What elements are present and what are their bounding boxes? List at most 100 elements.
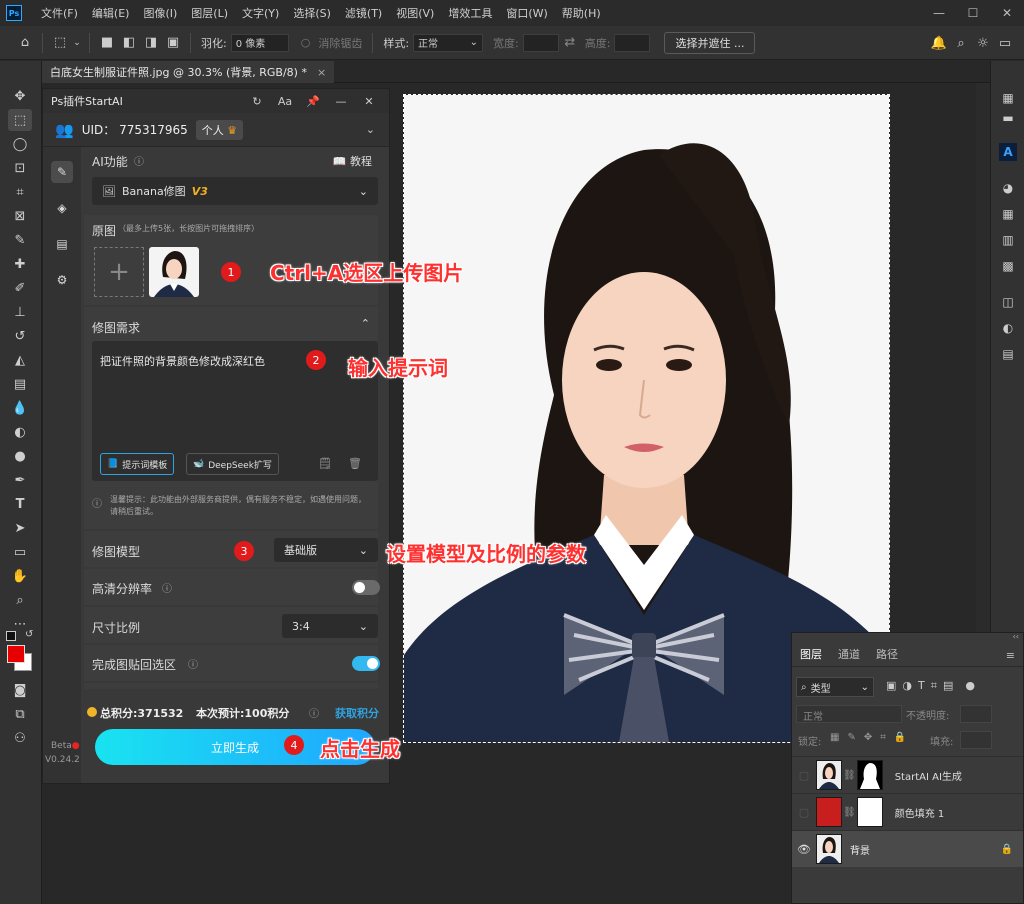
info-icon[interactable]: ⓘ [162, 580, 172, 595]
get-points-link[interactable]: 获取积分 [335, 705, 379, 721]
edit-pen-icon[interactable]: ✎ [51, 161, 73, 183]
ratio-select[interactable]: 3:4 ⌄ [282, 614, 378, 638]
menu-image[interactable]: 图像(I) [136, 5, 184, 21]
uploaded-image-thumb[interactable] [149, 247, 199, 297]
panel-menu-icon[interactable]: ≡ [998, 649, 1023, 666]
menu-file[interactable]: 文件(F) [34, 5, 85, 21]
select-and-mask-button[interactable]: 选择并遮住 ... [664, 31, 756, 54]
marquee-tool-icon[interactable]: ⬚ [8, 109, 32, 131]
canvas-scrollbar[interactable] [976, 83, 990, 643]
lock-position-icon[interactable]: ✥ [864, 732, 872, 743]
lock-all-icon[interactable]: 🔒 [894, 732, 906, 743]
marquee-preset-icon[interactable]: ⬚ [49, 32, 71, 54]
height-input[interactable] [614, 33, 651, 52]
menu-window[interactable]: 窗口(W) [499, 5, 554, 21]
prompt-template-button[interactable]: 📘 提示词模板 [100, 453, 175, 475]
home-icon[interactable]: ⌂ [14, 32, 36, 54]
minimize-icon[interactable]: — [922, 0, 956, 26]
maximize-icon[interactable]: ☐ [956, 0, 990, 26]
intersect-selection-icon[interactable]: ▣ [162, 32, 184, 54]
startai-panel-icon[interactable]: A [999, 143, 1017, 161]
collapse-arrows-icon[interactable]: ‹‹ [1013, 632, 1019, 641]
chevron-down-icon[interactable]: ⌄ [71, 32, 83, 54]
workspace-icon[interactable]: ▭ [994, 32, 1016, 54]
width-input[interactable] [522, 33, 559, 52]
foreground-color-swatch[interactable] [7, 645, 25, 663]
color-panel-icon[interactable]: ◕ [999, 179, 1017, 197]
type-filter-icon[interactable]: T [918, 679, 925, 693]
clipboard-icon[interactable]: ▤ [51, 233, 73, 255]
gradient-tool-icon[interactable]: ▤ [8, 373, 32, 395]
lock-transparency-icon[interactable]: ▦ [830, 732, 839, 743]
dodge-tool-icon[interactable]: ◐ [8, 421, 32, 443]
move-tool-icon[interactable]: ✥ [8, 85, 32, 107]
type-tool-icon[interactable]: T [8, 493, 32, 515]
pen-tool-icon[interactable]: ✒ [8, 469, 32, 491]
zoom-lens-icon[interactable]: ● [8, 445, 32, 467]
new-selection-icon[interactable]: ■ [96, 32, 118, 54]
shape-filter-icon[interactable]: ⌗ [931, 679, 937, 693]
swap-colors-icon[interactable]: ↺ [25, 629, 33, 640]
close-tab-icon[interactable]: × [317, 66, 326, 79]
info-icon[interactable]: ⓘ [309, 705, 319, 720]
lasso-tool-icon[interactable]: ◯ [8, 133, 32, 155]
crop-tool-icon[interactable]: ⌗ [8, 181, 32, 203]
ai-function-select[interactable]: 🖼 Banana修图 V3 ⌄ [92, 177, 378, 205]
close-panel-icon[interactable]: ✕ [355, 95, 383, 108]
bell-icon[interactable]: 🔔 [928, 32, 950, 54]
refresh-icon[interactable]: ↻ [243, 95, 271, 108]
patterns-panel-icon[interactable]: ▩ [999, 257, 1017, 275]
brush-tool-icon[interactable]: ✐ [8, 277, 32, 299]
properties-panel-icon[interactable]: ▤ [999, 345, 1017, 363]
feather-input[interactable]: 0 像素 [230, 33, 289, 52]
lock-pixels-icon[interactable]: ✎ [847, 732, 855, 743]
fill-input[interactable] [960, 731, 992, 749]
chevron-up-icon[interactable]: ⌃ [361, 317, 370, 330]
layer-filter-select[interactable]: ⌕ 类型 ⌄ [796, 677, 874, 697]
healing-tool-icon[interactable]: ✚ [8, 253, 32, 275]
pixel-filter-icon[interactable]: ▣ [886, 679, 896, 693]
swap-icon[interactable]: ⇄ [559, 32, 581, 54]
info-icon[interactable]: ⓘ [188, 656, 198, 671]
layer-row-selected[interactable]: 👁 背景 🔒 [792, 830, 1023, 867]
visibility-toggle[interactable]: ▢ [792, 806, 816, 819]
account-row[interactable]: 👥 UID： 775317965 个人 ♛ ⌄ [43, 113, 389, 147]
tab-paths[interactable]: 路径 [868, 646, 906, 666]
tutorial-link[interactable]: 📖 教程 [333, 153, 372, 169]
lightbulb-icon[interactable]: ☼ [972, 32, 994, 54]
menu-plugins[interactable]: 增效工具 [441, 5, 499, 21]
ai-assist-icon[interactable]: ⚇ [8, 727, 32, 749]
default-colors-icon[interactable] [6, 631, 16, 641]
settings-gear-icon[interactable]: ⚙ [51, 269, 73, 291]
menu-view[interactable]: 视图(V) [389, 5, 441, 21]
history-panel-icon[interactable]: ▦ [999, 89, 1017, 107]
menu-filter[interactable]: 滤镜(T) [338, 5, 389, 21]
blend-mode-select[interactable]: 正常 [796, 705, 902, 723]
search-icon[interactable]: ⌕ [950, 32, 972, 54]
style-select[interactable]: 正常 ⌄ [413, 33, 484, 52]
smart-filter-icon[interactable]: ▤ [943, 679, 953, 693]
visibility-toggle[interactable]: ▢ [792, 769, 816, 782]
libraries-panel-icon[interactable]: ◫ [999, 293, 1017, 311]
comments-panel-icon[interactable]: ▬ [999, 109, 1017, 127]
info-icon[interactable]: ⓘ [134, 153, 144, 168]
paste-back-toggle[interactable] [352, 656, 380, 671]
menu-edit[interactable]: 编辑(E) [85, 5, 137, 21]
gradients-panel-icon[interactable]: ▥ [999, 231, 1017, 249]
opacity-input[interactable] [960, 705, 992, 723]
menu-help[interactable]: 帮助(H) [555, 5, 608, 21]
chevron-down-icon[interactable]: ⌄ [366, 123, 375, 136]
tab-layers[interactable]: 图层 [792, 646, 830, 666]
screen-mode-icon[interactable]: ⧉ [8, 703, 32, 725]
menu-select[interactable]: 选择(S) [286, 5, 338, 21]
adjustments-panel-icon[interactable]: ◐ [999, 319, 1017, 337]
model-select[interactable]: 基础版 ⌄ [274, 538, 378, 562]
menu-layer[interactable]: 图层(L) [184, 5, 235, 21]
lock-artboard-icon[interactable]: ⌗ [880, 732, 886, 743]
subtract-selection-icon[interactable]: ◨ [140, 32, 162, 54]
deepseek-expand-button[interactable]: 🐋 DeepSeek扩写 [186, 453, 279, 475]
layer-row[interactable]: ▢ ⛓ 颜色填充 1 [792, 793, 1023, 830]
object-select-tool-icon[interactable]: ⊡ [8, 157, 32, 179]
layers-stack-icon[interactable]: ◈ [51, 197, 73, 219]
frame-tool-icon[interactable]: ⊠ [8, 205, 32, 227]
